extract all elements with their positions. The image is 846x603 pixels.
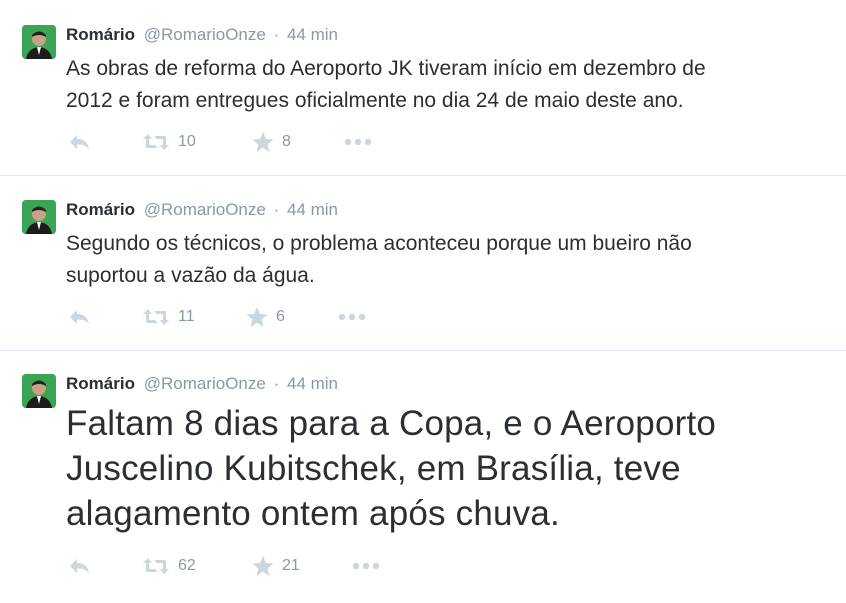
timestamp[interactable]: 44 min xyxy=(287,25,338,44)
more-icon xyxy=(344,138,372,146)
favorite-button[interactable]: 8 xyxy=(252,130,291,154)
tweet-text-line: Juscelino Kubitschek, em Brasília, teve xyxy=(66,449,681,488)
tweet-actions: 10 8 xyxy=(66,130,466,154)
retweet-count: 62 xyxy=(178,557,196,574)
reply-button[interactable] xyxy=(68,130,92,154)
favorite-button[interactable]: 21 xyxy=(252,554,300,578)
tweet-text-line: suportou a vazão da água. xyxy=(66,264,315,287)
tweet-text: As obras de reforma do Aeroporto JK tive… xyxy=(66,53,826,117)
favorite-count: 21 xyxy=(282,557,300,574)
star-icon xyxy=(252,555,274,577)
user-name[interactable]: Romário xyxy=(66,200,135,219)
avatar[interactable] xyxy=(22,25,56,59)
user-handle[interactable]: @RomarioOnze xyxy=(144,374,266,393)
reply-icon xyxy=(68,556,92,576)
retweet-button[interactable]: 10 xyxy=(142,130,196,154)
retweet-count: 10 xyxy=(178,133,196,150)
tweet-text: Faltam 8 dias para a Copa, e o Aeroporto… xyxy=(66,401,826,536)
more-button[interactable] xyxy=(352,554,380,578)
tweet-header: Romário @RomarioOnze · 44 min xyxy=(66,200,338,220)
tweet-text-line: As obras de reforma do Aeroporto JK tive… xyxy=(66,57,706,80)
reply-button[interactable] xyxy=(68,305,92,329)
tweet-text-line: Segundo os técnicos, o problema acontece… xyxy=(66,232,692,255)
tweet-header: Romário @RomarioOnze · 44 min xyxy=(66,25,338,45)
more-icon xyxy=(352,562,380,570)
retweet-icon xyxy=(142,132,170,152)
star-icon xyxy=(252,131,274,153)
reply-icon xyxy=(68,307,92,327)
user-name[interactable]: Romário xyxy=(66,374,135,393)
retweet-count: 11 xyxy=(178,308,195,325)
retweet-button[interactable]: 11 xyxy=(142,305,195,329)
avatar[interactable] xyxy=(22,200,56,234)
separator: · xyxy=(273,374,280,393)
separator: · xyxy=(273,200,280,219)
tweet-text-line: 2012 e foram entregues oficialmente no d… xyxy=(66,89,684,112)
more-icon xyxy=(338,313,366,321)
tweet[interactable]: Romário @RomarioOnze · 44 min As obras d… xyxy=(0,0,846,176)
star-icon xyxy=(246,306,268,328)
favorite-count: 6 xyxy=(276,308,285,325)
timestamp[interactable]: 44 min xyxy=(287,374,338,393)
favorite-count: 8 xyxy=(282,133,291,150)
avatar[interactable] xyxy=(22,374,56,408)
more-button[interactable] xyxy=(338,305,366,329)
tweet-actions: 11 6 xyxy=(66,305,466,329)
retweet-button[interactable]: 62 xyxy=(142,554,196,578)
tweet[interactable]: Romário @RomarioOnze · 44 min Faltam 8 d… xyxy=(0,351,846,603)
tweet-text-line: alagamento ontem após chuva. xyxy=(66,494,560,533)
tweet[interactable]: Romário @RomarioOnze · 44 min Segundo os… xyxy=(0,176,846,351)
tweet-header: Romário @RomarioOnze · 44 min xyxy=(66,374,338,394)
reply-button[interactable] xyxy=(68,554,92,578)
tweet-actions: 62 21 xyxy=(66,554,466,578)
favorite-button[interactable]: 6 xyxy=(246,305,285,329)
user-handle[interactable]: @RomarioOnze xyxy=(144,25,266,44)
separator: · xyxy=(273,25,280,44)
timestamp[interactable]: 44 min xyxy=(287,200,338,219)
user-handle[interactable]: @RomarioOnze xyxy=(144,200,266,219)
tweet-text: Segundo os técnicos, o problema acontece… xyxy=(66,228,826,292)
tweet-text-line: Faltam 8 dias para a Copa, e o Aeroporto xyxy=(66,404,717,443)
more-button[interactable] xyxy=(344,130,372,154)
reply-icon xyxy=(68,132,92,152)
retweet-icon xyxy=(142,556,170,576)
retweet-icon xyxy=(142,307,170,327)
user-name[interactable]: Romário xyxy=(66,25,135,44)
